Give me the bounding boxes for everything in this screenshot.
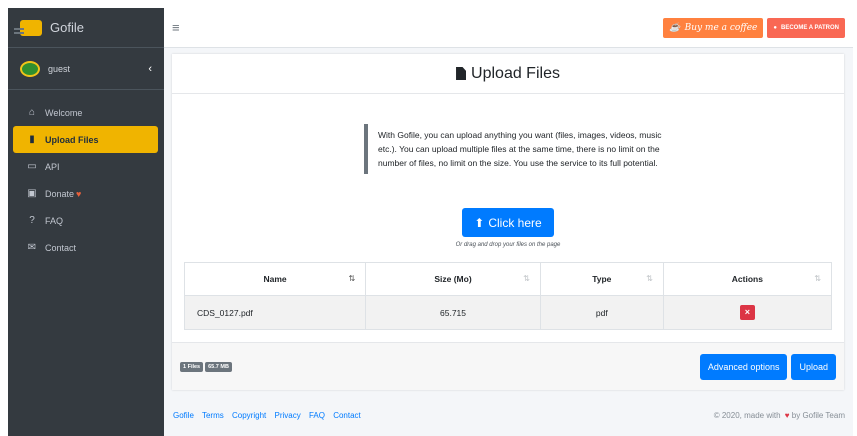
upload-area: ⬆ Click here Or drag and drop your files…: [184, 208, 832, 248]
footer-link-faq[interactable]: FAQ: [309, 411, 325, 420]
sidebar-item-label: FAQ: [45, 215, 64, 226]
card-body: With Gofile, you can upload anything you…: [172, 94, 844, 342]
main-content: ≡ ☕ Buy me a coffee ● BECOME A PATRON Up…: [164, 8, 853, 436]
file-type-cell: pdf: [539, 295, 664, 330]
advanced-options-button[interactable]: Advanced options: [699, 353, 788, 380]
sort-icon: ⇅: [646, 274, 653, 283]
page-title: Upload Files: [471, 64, 560, 82]
card-header: Upload Files: [172, 54, 844, 94]
gift-icon: ▣: [27, 188, 37, 199]
heart-icon: ♥: [76, 188, 82, 199]
file-size-cell: 65.715: [365, 295, 541, 330]
become-a-patron-button[interactable]: ● BECOME A PATRON: [767, 17, 845, 38]
drag-drop-hint: Or drag and drop your files on the page: [455, 242, 561, 248]
click-here-button[interactable]: ⬆ Click here: [462, 208, 554, 237]
sort-icon: ⇅: [348, 274, 356, 283]
user-panel: guest ‹: [8, 48, 164, 90]
sort-icon: ⇅: [523, 274, 530, 283]
footer-link-privacy[interactable]: Privacy: [274, 411, 300, 420]
file-name-cell: CDS_0127.pdf: [183, 295, 367, 330]
copyright-text: © 2020, made with ♥ by Gofile Team: [713, 411, 845, 420]
menu-icon[interactable]: ≡: [172, 20, 180, 35]
question-icon: ?: [29, 215, 35, 226]
sort-icon: ⇅: [814, 274, 821, 283]
chevron-left-icon[interactable]: ‹: [148, 63, 152, 75]
upload-card: Upload Files With Gofile, you can upload…: [172, 54, 844, 390]
sidebar-nav: ⌂ Welcome ▮ Upload Files ▭ API ▣ Donate …: [8, 90, 164, 261]
sidebar-item-faq[interactable]: ? FAQ: [13, 207, 158, 234]
click-here-label: Click here: [488, 215, 542, 230]
column-header-size[interactable]: Size (Mo) ⇅: [365, 262, 541, 296]
files-count-badge: 1 Files: [180, 361, 204, 372]
files-table: Name ⇅ Size (Mo) ⇅ Type ⇅ Actions ⇅ CDS_0127…: [183, 262, 833, 330]
heart-icon: ♥: [784, 411, 790, 420]
upload-icon: ⬆: [474, 215, 485, 230]
column-header-actions[interactable]: Actions ⇅: [662, 262, 833, 296]
sidebar-item-upload-files[interactable]: ▮ Upload Files: [13, 126, 158, 153]
home-icon: ⌂: [28, 107, 36, 118]
footer-buttons: Advanced options Upload: [699, 353, 836, 380]
file-actions-cell: ×: [662, 295, 833, 330]
card-footer: 1 Files 65.7 MB Advanced options Upload: [172, 342, 844, 390]
page-footer: Gofile Terms Copyright Privacy FAQ Conta…: [164, 390, 853, 420]
total-size-badge: 65.7 MB: [205, 361, 232, 372]
topbar: ≡ ☕ Buy me a coffee ● BECOME A PATRON: [164, 8, 853, 48]
buy-me-a-coffee-button[interactable]: ☕ Buy me a coffee: [663, 17, 764, 38]
sidebar-item-api[interactable]: ▭ API: [13, 153, 158, 180]
sidebar-item-contact[interactable]: ✉ Contact: [13, 234, 158, 261]
upload-button[interactable]: Upload: [791, 353, 836, 380]
footer-links: Gofile Terms Copyright Privacy FAQ Conta…: [173, 411, 367, 420]
patron-label: BECOME A PATRON: [781, 24, 839, 31]
brand[interactable]: Gofile: [8, 8, 164, 48]
coffee-cup-icon: ☕: [669, 22, 681, 33]
file-icon: [456, 67, 467, 80]
sidebar-item-label: Upload Files: [45, 134, 99, 145]
intro-text: With Gofile, you can upload anything you…: [364, 124, 679, 174]
table-header-row: Name ⇅ Size (Mo) ⇅ Type ⇅ Actions ⇅: [183, 262, 833, 296]
footer-link-contact[interactable]: Contact: [333, 411, 361, 420]
column-header-type[interactable]: Type ⇅: [539, 262, 664, 296]
patreon-icon: ●: [773, 24, 777, 31]
sidebar-item-welcome[interactable]: ⌂ Welcome: [13, 99, 158, 126]
sidebar-item-label: Donate: [45, 188, 75, 199]
sidebar: Gofile guest ‹ ⌂ Welcome ▮ Upload Files …: [8, 8, 164, 436]
sidebar-item-label: API: [45, 161, 60, 172]
table-row: CDS_0127.pdf 65.715 pdf ×: [183, 295, 833, 330]
file-upload-icon: ▮: [29, 134, 35, 145]
footer-link-copyright[interactable]: Copyright: [232, 411, 266, 420]
avatar: [20, 60, 40, 77]
coffee-label: Buy me a coffee: [684, 22, 758, 33]
app-window: Gofile guest ‹ ⌂ Welcome ▮ Upload Files …: [8, 8, 853, 436]
support-buttons: ☕ Buy me a coffee ● BECOME A PATRON: [663, 17, 845, 38]
column-header-name[interactable]: Name ⇅: [183, 262, 367, 296]
delete-file-button[interactable]: ×: [739, 305, 755, 320]
sidebar-item-label: Welcome: [45, 107, 83, 118]
brand-name: Gofile: [50, 20, 84, 35]
footer-link-gofile[interactable]: Gofile: [173, 411, 194, 420]
api-icon: ▭: [27, 161, 37, 172]
envelope-icon: ✉: [27, 242, 37, 253]
user-name: guest: [48, 63, 71, 74]
gofile-logo-icon: [14, 19, 42, 36]
sidebar-item-donate[interactable]: ▣ Donate ♥: [13, 180, 158, 207]
sidebar-item-label: Contact: [45, 242, 77, 253]
footer-link-terms[interactable]: Terms: [202, 411, 224, 420]
